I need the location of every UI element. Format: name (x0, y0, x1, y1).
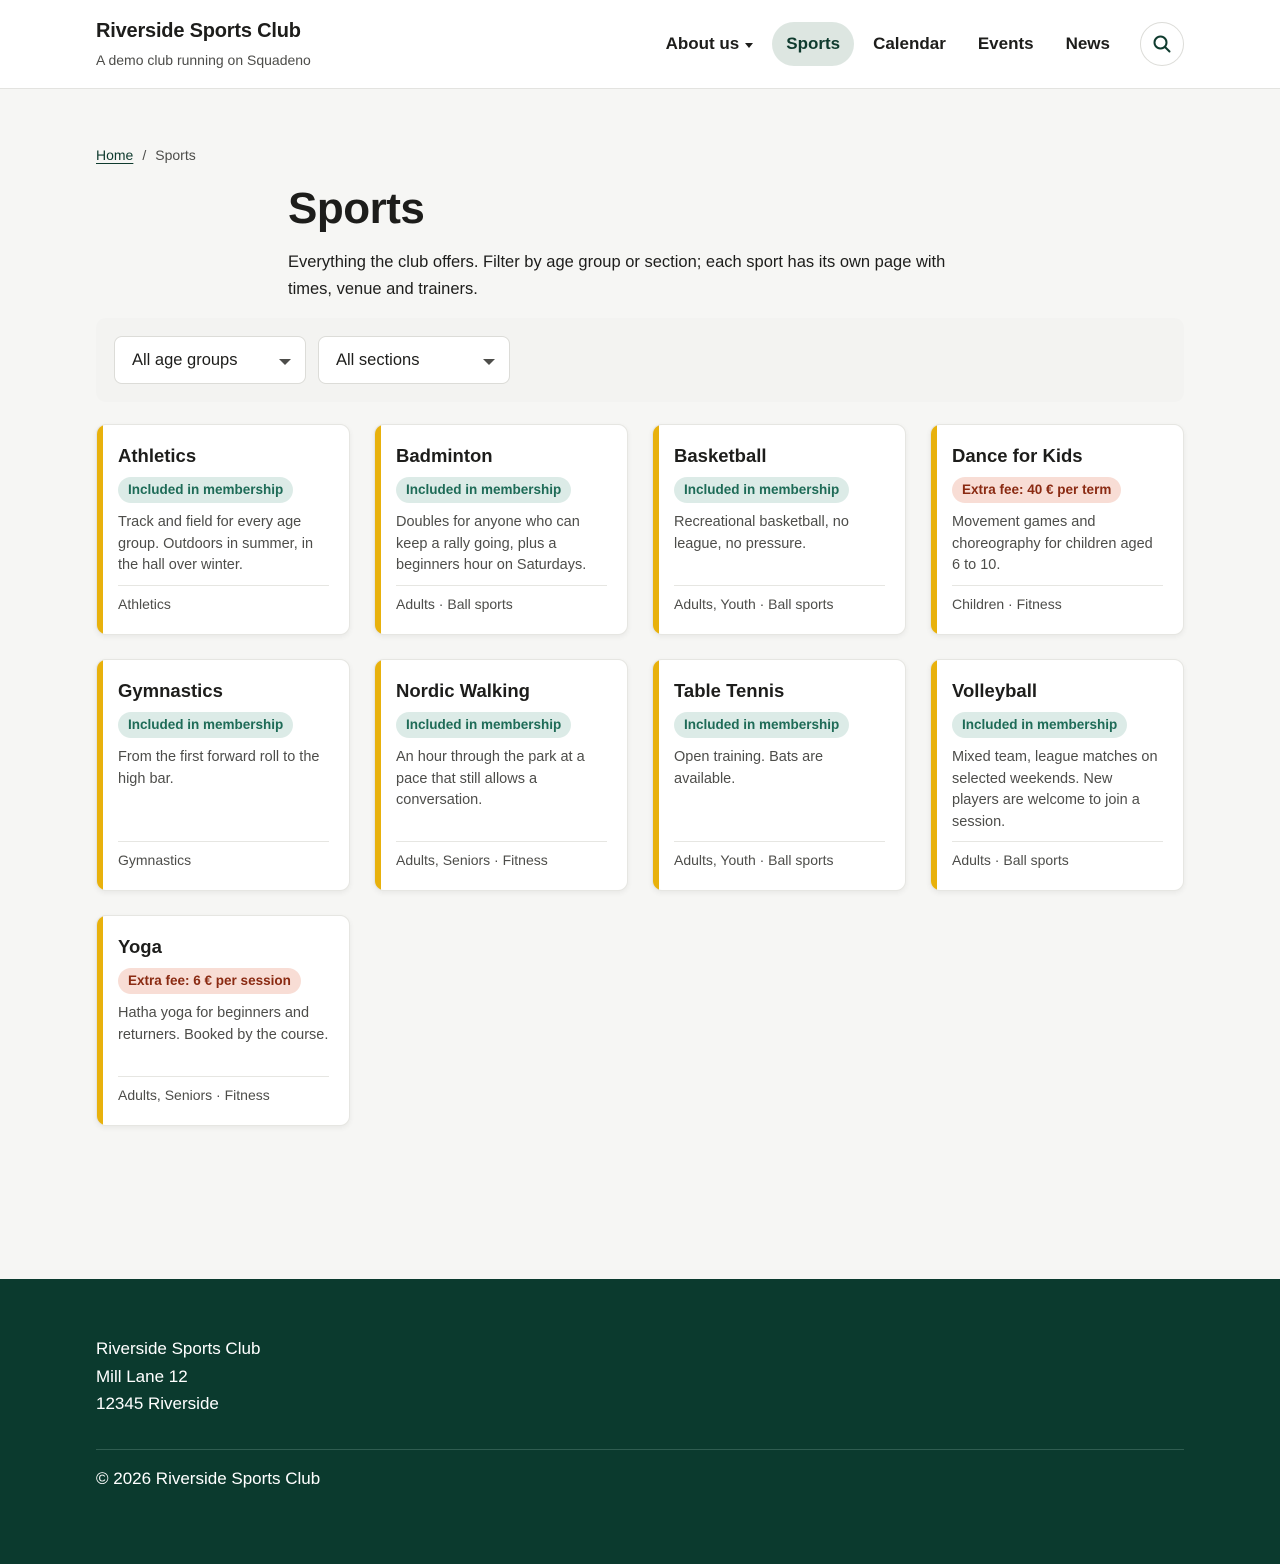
search-icon (1153, 35, 1171, 53)
breadcrumb-separator: / (142, 147, 147, 163)
sport-card-body: Volleyball Included in membership Mixed te… (952, 660, 1163, 890)
search-button[interactable] (1140, 22, 1184, 66)
sport-card-body: Basketball Included in membership Recreati… (674, 425, 885, 634)
sport-card-description: From the first forward roll to the high … (118, 749, 320, 787)
nav-about-us-label: About us (665, 34, 740, 53)
sport-card[interactable]: Dance for Kids Extra fee: 40 € per term Mo… (930, 424, 1184, 635)
membership-badge: Included in membership (118, 712, 294, 738)
sport-card-title[interactable]: Gymnastics (118, 680, 223, 702)
membership-badge: Included in membership (118, 477, 294, 503)
sport-card-meta: Gymnastics (118, 841, 329, 868)
footer-copyright: © 2026 Riverside Sports Club (96, 1469, 321, 1488)
page-title: Sports (288, 184, 425, 233)
sport-card[interactable]: Table Tennis Included in membership Open t… (652, 659, 906, 891)
nav-events[interactable]: Events (962, 22, 1050, 66)
sport-card-title[interactable]: Badminton (396, 445, 493, 467)
sport-card-title[interactable]: Athletics (118, 445, 196, 467)
fee-badge: Extra fee: 40 € per term (952, 477, 1122, 503)
sport-card-description: Mixed team, league matches on selected w… (952, 749, 1158, 830)
sport-card[interactable]: Nordic Walking Included in membership An h… (374, 659, 628, 891)
membership-badge: Included in membership (952, 712, 1128, 738)
nav-sports[interactable]: Sports (772, 22, 855, 66)
nav-news[interactable]: News (1050, 22, 1126, 66)
sport-card-body: Nordic Walking Included in membership An h… (396, 660, 607, 890)
sport-card-title[interactable]: Volleyball (952, 680, 1037, 702)
page-intro: Everything the club offers. Filter by ag… (288, 253, 946, 298)
sport-card-body: Table Tennis Included in membership Open t… (674, 660, 885, 890)
sport-card-body: Gymnastics Included in membership From the… (118, 660, 329, 890)
section-select[interactable]: All sections (318, 336, 510, 384)
membership-badge: Included in membership (396, 712, 572, 738)
sport-card-description: Open training. Bats are available. (674, 749, 824, 787)
footer-address-line: 12345 Riverside (96, 1394, 219, 1413)
caret-down-icon (745, 42, 754, 48)
sport-card-title[interactable]: Yoga (118, 936, 162, 958)
chevron-down-icon (279, 359, 291, 365)
sport-card-meta: Adults, Seniors · Fitness (396, 841, 607, 868)
filters-bar: All age groups All sections (96, 318, 1184, 402)
sport-card-body: Yoga Extra fee: 6 € per session Hatha yoga… (118, 916, 329, 1125)
age-group-select[interactable]: All age groups (114, 336, 306, 384)
sport-card-description: Recreational basketball, no league, no p… (674, 514, 849, 552)
breadcrumb: Home / Sports (96, 147, 196, 163)
breadcrumb-current: Sports (155, 147, 196, 163)
sport-card-meta: Adults · Ball sports (952, 841, 1163, 868)
sport-card-body: Athletics Included in membership Track and… (118, 425, 329, 634)
sport-card-title[interactable]: Basketball (674, 445, 767, 467)
sport-card[interactable]: Gymnastics Included in membership From the… (96, 659, 350, 891)
nav-about-us[interactable]: About us (650, 22, 770, 66)
sport-card[interactable]: Basketball Included in membership Recreati… (652, 424, 906, 635)
membership-badge: Included in membership (674, 712, 850, 738)
footer-address-line: Riverside Sports Club (96, 1339, 261, 1358)
sport-card-description: Doubles for anyone who can keep a rally … (396, 514, 587, 573)
site-title[interactable]: Riverside Sports Club (96, 20, 311, 43)
sport-card-title[interactable]: Dance for Kids (952, 445, 1083, 467)
nav-calendar[interactable]: Calendar (857, 22, 962, 66)
sport-card-meta: Athletics (118, 585, 329, 612)
sport-card-description: An hour through the park at a pace that … (396, 749, 585, 808)
sport-card-title[interactable]: Nordic Walking (396, 680, 530, 702)
membership-badge: Included in membership (396, 477, 572, 503)
brand[interactable]: Riverside Sports Club A demo club runnin… (96, 20, 311, 68)
site-header: Riverside Sports Club A demo club runnin… (0, 0, 1280, 89)
fee-badge: Extra fee: 6 € per session (118, 968, 301, 994)
sport-card-description: Movement games and choreography for chil… (952, 514, 1153, 573)
sport-card-meta: Adults, Youth · Ball sports (674, 585, 885, 612)
breadcrumb-home-link[interactable]: Home (96, 147, 133, 163)
sport-card-body: Dance for Kids Extra fee: 40 € per term Mo… (952, 425, 1163, 634)
main-nav: About us Sports Calendar Events News (650, 22, 1184, 66)
chevron-down-icon (483, 359, 495, 365)
sport-card-meta: Adults · Ball sports (396, 585, 607, 612)
footer-divider (96, 1449, 1184, 1450)
sport-card[interactable]: Yoga Extra fee: 6 € per session Hatha yoga… (96, 915, 350, 1126)
sport-card[interactable]: Badminton Included in membership Doubles f… (374, 424, 628, 635)
section-select-value: All sections (336, 350, 420, 369)
sport-card[interactable]: Volleyball Included in membership Mixed te… (930, 659, 1184, 891)
sport-card-meta: Adults, Youth · Ball sports (674, 841, 885, 868)
sport-card-meta: Children · Fitness (952, 585, 1163, 612)
site-footer: Riverside Sports Club Mill Lane 12 12345… (0, 1279, 1280, 1564)
age-group-select-value: All age groups (132, 350, 238, 369)
footer-address-line: Mill Lane 12 (96, 1366, 188, 1386)
sport-card-body: Badminton Included in membership Doubles f… (396, 425, 607, 634)
sport-card-description: Track and field for every age group. Out… (118, 514, 314, 573)
footer-address: Riverside Sports Club Mill Lane 12 12345… (96, 1335, 260, 1418)
site-subtitle: A demo club running on Squadeno (96, 52, 311, 68)
sport-card-meta: Adults, Seniors · Fitness (118, 1076, 329, 1103)
sport-card[interactable]: Athletics Included in membership Track and… (96, 424, 350, 635)
membership-badge: Included in membership (674, 477, 850, 503)
sport-card-description: Hatha yoga for beginners and returners. … (118, 1005, 329, 1043)
sport-card-title[interactable]: Table Tennis (674, 680, 784, 702)
